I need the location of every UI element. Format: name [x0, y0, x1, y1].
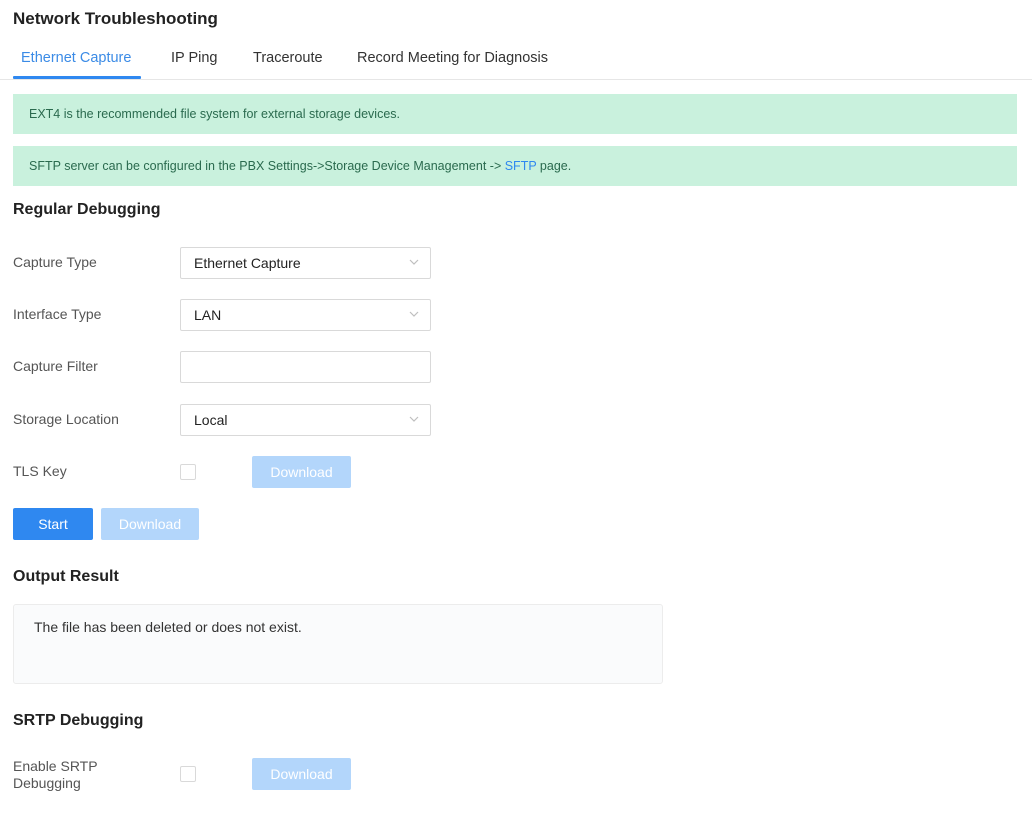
capture-type-value: Ethernet Capture — [194, 255, 301, 271]
enable-srtp-label-line2: Debugging — [13, 775, 81, 791]
capture-type-label: Capture Type — [13, 254, 97, 270]
enable-srtp-checkbox[interactable] — [180, 766, 196, 782]
storage-location-select[interactable]: Local — [180, 404, 431, 436]
storage-location-label: Storage Location — [13, 411, 119, 427]
chevron-down-icon — [409, 311, 419, 317]
section-title-output-result: Output Result — [13, 568, 119, 585]
tls-key-download-button[interactable]: Download — [252, 456, 351, 488]
capture-filter-label: Capture Filter — [13, 358, 98, 374]
interface-type-select[interactable]: LAN — [180, 299, 431, 331]
tab-traceroute[interactable]: Traceroute — [253, 50, 323, 66]
srtp-download-button[interactable]: Download — [252, 758, 351, 790]
interface-type-value: LAN — [194, 307, 222, 323]
chevron-down-icon — [409, 259, 419, 265]
tls-key-label: TLS Key — [13, 463, 67, 479]
enable-srtp-label: Enable SRTP Debugging — [13, 758, 98, 792]
section-title-srtp-debugging: SRTP Debugging — [13, 712, 144, 729]
output-result-text: The file has been deleted or does not ex… — [34, 619, 302, 635]
notice-sftp-suffix: page. — [536, 159, 572, 173]
notice-storage-text: EXT4 is the recommended file system for … — [29, 107, 400, 121]
notice-sftp-prefix: SFTP server can be configured in the PBX… — [29, 159, 505, 173]
download-button[interactable]: Download — [101, 508, 199, 540]
tab-record-meeting[interactable]: Record Meeting for Diagnosis — [357, 50, 548, 66]
section-title-regular-debugging: Regular Debugging — [13, 201, 161, 218]
start-button[interactable]: Start — [13, 508, 93, 540]
tab-ip-ping[interactable]: IP Ping — [171, 50, 218, 66]
notice-sftp: SFTP server can be configured in the PBX… — [13, 146, 1017, 186]
tls-key-checkbox[interactable] — [180, 464, 196, 480]
storage-location-value: Local — [194, 412, 228, 428]
tab-bar: Ethernet Capture IP Ping Traceroute Reco… — [0, 40, 1032, 80]
enable-srtp-label-line1: Enable SRTP — [13, 758, 98, 774]
notice-storage: EXT4 is the recommended file system for … — [13, 94, 1017, 134]
capture-filter-input[interactable] — [180, 351, 431, 383]
tab-ethernet-capture[interactable]: Ethernet Capture — [21, 50, 131, 66]
page-title: Network Troubleshooting — [13, 9, 218, 28]
active-tab-indicator — [13, 76, 141, 79]
capture-type-select[interactable]: Ethernet Capture — [180, 247, 431, 279]
sftp-link[interactable]: SFTP — [505, 159, 537, 173]
output-result-box: The file has been deleted or does not ex… — [13, 604, 663, 684]
interface-type-label: Interface Type — [13, 306, 102, 322]
chevron-down-icon — [409, 416, 419, 422]
